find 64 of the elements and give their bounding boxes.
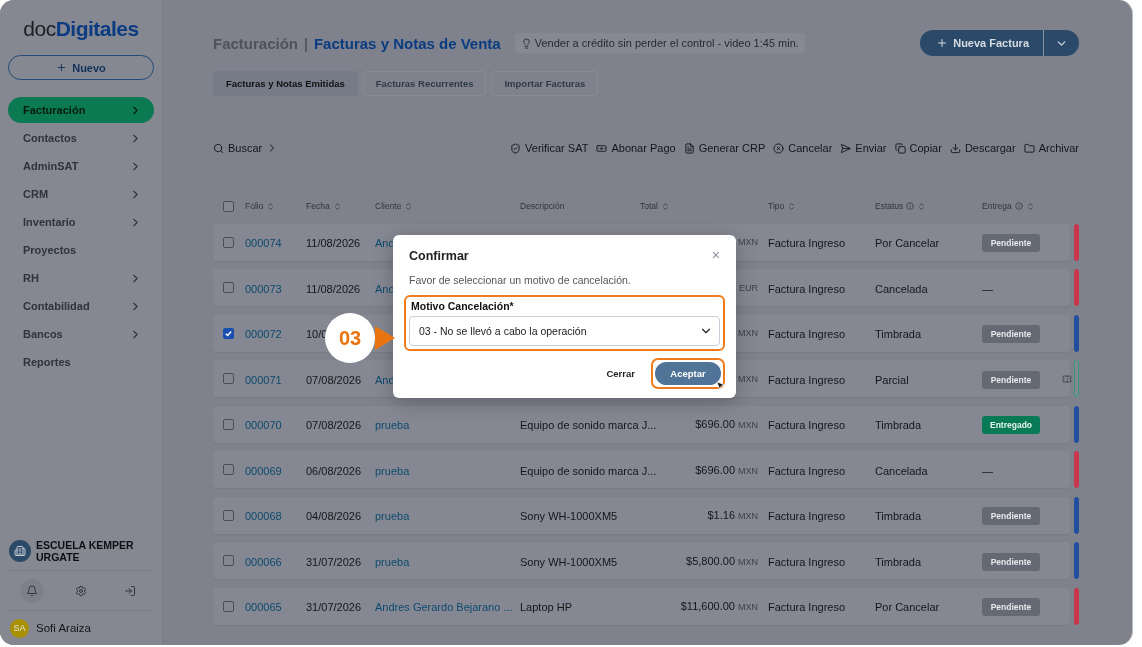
total-amount: $11,600.00	[680, 600, 735, 612]
company-name: ESCUELA KEMPER URGATE	[36, 539, 135, 563]
description-cell: Laptop HP	[520, 601, 572, 613]
column-header: Descripción	[520, 201, 566, 211]
total-amount: $1.16	[707, 509, 735, 521]
currency-code: EUR	[739, 282, 758, 293]
field-label: Motivo Cancelación*	[411, 300, 515, 312]
total-amount: $696.00	[695, 463, 735, 476]
status-cell: Cancelada	[875, 464, 928, 477]
currency-code: MXN	[738, 511, 758, 521]
currency-code: MXN	[738, 420, 758, 430]
dialog-title: Confirmar	[409, 249, 469, 263]
description-cell: Equipo de sonido marca J...	[520, 419, 657, 431]
description-cell: Sony WH-1000XM5	[520, 510, 618, 522]
breadcrumb-separator: |	[304, 34, 308, 52]
delivery-badge: Pendiente	[982, 234, 1040, 252]
description-cell: Sony WH-1000XM5	[520, 555, 618, 568]
date-cell: 31/07/2026	[306, 555, 362, 568]
page-title: Facturas y Notas de Venta	[313, 34, 501, 52]
total-amount: $696.00	[695, 418, 735, 430]
status-cell: Por Cancelar	[875, 601, 940, 613]
date-cell: 31/07/2026	[306, 601, 362, 613]
type-cell: Factura Ingreso	[768, 237, 846, 249]
date-cell: 11/08/2026	[306, 237, 361, 249]
delivery-badge: Pendiente	[982, 552, 1040, 571]
type-cell: Factura Ingreso	[768, 601, 846, 613]
description-cell: Equipo de sonido marca J...	[520, 464, 657, 477]
type-cell: Factura Ingreso	[768, 328, 846, 340]
status-cell: Por Cancelar	[875, 237, 940, 249]
logo: docDigitales	[22, 17, 140, 41]
currency-code: MXN	[738, 465, 758, 476]
user-avatar: SA	[10, 618, 29, 638]
type-cell: Factura Ingreso	[768, 419, 846, 431]
delivery-dash: —	[982, 464, 993, 477]
delivery-badge: Pendiente	[982, 598, 1040, 616]
total-amount: $5,800.00	[686, 554, 735, 567]
type-cell: Factura Ingreso	[768, 510, 846, 522]
delivery-badge: Pendiente	[982, 507, 1040, 525]
date-cell: 07/08/2026	[306, 419, 362, 431]
type-cell: Factura Ingreso	[768, 555, 846, 568]
delivery-badge: Pendiente	[982, 370, 1040, 389]
delivery-badge: Entregado	[982, 416, 1040, 434]
delivery-badge: Pendiente	[982, 325, 1040, 343]
user-name: Sofi Araiza	[36, 622, 91, 634]
status-cell: Timbrada	[875, 419, 922, 431]
status-cell: Timbrada	[875, 328, 922, 340]
dialog-message: Favor de seleccionar un motivo de cancelación.	[409, 274, 632, 286]
type-cell: Factura Ingreso	[768, 373, 846, 386]
type-cell: Factura Ingreso	[768, 464, 846, 477]
currency-code: MXN	[738, 373, 758, 384]
currency-code: MXN	[738, 556, 758, 567]
date-cell: 07/08/2026	[306, 373, 362, 386]
delivery-dash: —	[982, 282, 993, 295]
date-cell: 04/08/2026	[306, 510, 362, 522]
status-cell: Cancelada	[875, 282, 928, 295]
status-cell: Parcial	[875, 373, 909, 386]
type-cell: Factura Ingreso	[768, 282, 846, 295]
currency-code: MXN	[738, 237, 758, 247]
status-cell: Timbrada	[875, 510, 922, 522]
date-cell: 11/08/2026	[306, 282, 361, 295]
currency-code: MXN	[738, 328, 758, 338]
status-cell: Timbrada	[875, 555, 922, 568]
currency-code: MXN	[738, 602, 758, 612]
date-cell: 06/08/2026	[306, 464, 362, 477]
